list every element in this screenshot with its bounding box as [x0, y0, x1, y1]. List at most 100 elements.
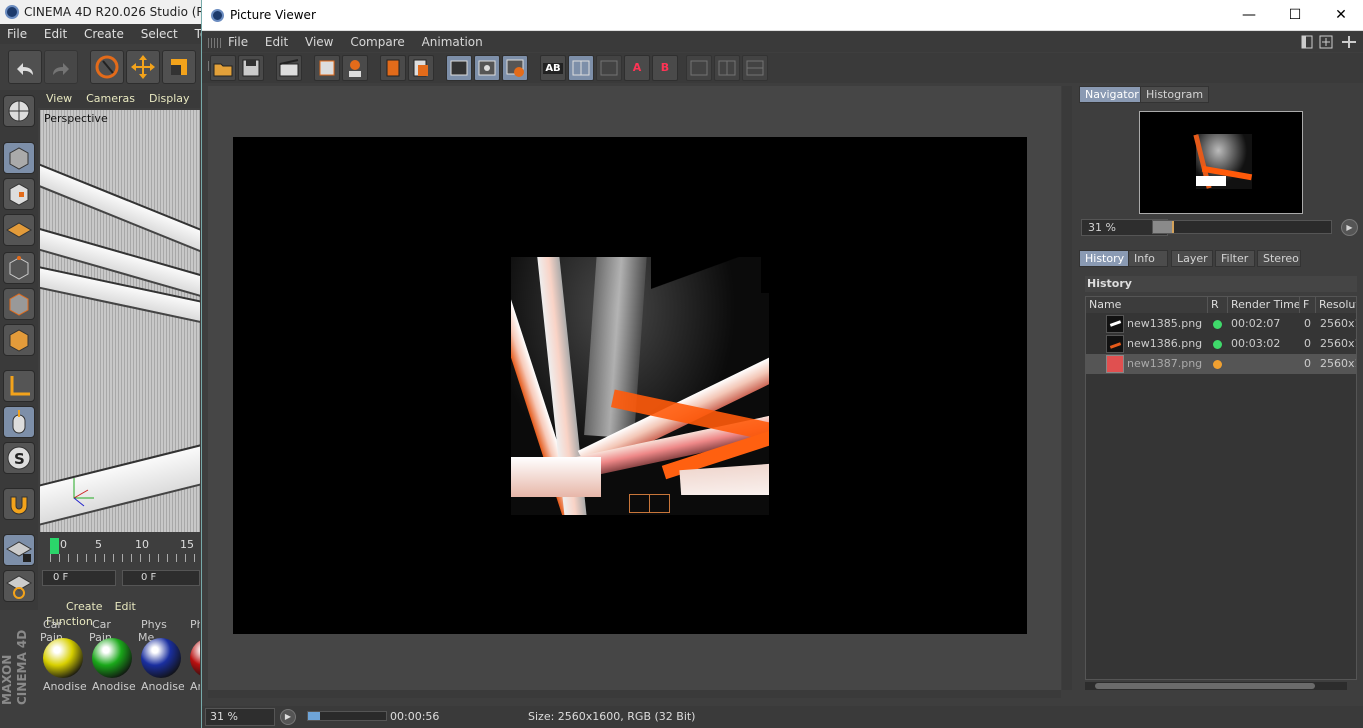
set-b-button[interactable]: B — [652, 55, 678, 81]
undo-button[interactable] — [8, 50, 42, 84]
texture-mode-button[interactable] — [3, 178, 35, 210]
material-swatch[interactable]: Car Pain Anodise — [89, 618, 135, 698]
timeline-ruler[interactable]: 0 5 10 15 — [40, 536, 200, 566]
material-swatch[interactable]: Car Pain Anodise — [40, 618, 86, 698]
pv-menu-edit[interactable]: Edit — [257, 32, 293, 49]
render-status-dot — [1213, 340, 1222, 349]
move-tool-button[interactable] — [126, 50, 160, 84]
history-render-time: 00:03:02 — [1231, 337, 1281, 350]
c4d-menu-edit[interactable]: Edit — [37, 24, 73, 41]
c4d-menu-file[interactable]: File — [0, 24, 33, 41]
maximize-button[interactable]: ☐ — [1272, 0, 1318, 31]
column-header-f[interactable]: F — [1300, 297, 1316, 313]
tab-layer[interactable]: Layer — [1171, 250, 1213, 267]
ab-diff-button[interactable] — [596, 55, 622, 81]
make-editable-button[interactable] — [3, 95, 35, 127]
material-swatch[interactable]: Phys Me Anodise — [138, 618, 184, 698]
open-button[interactable] — [210, 55, 236, 81]
navigator-zoom-arrow-button[interactable]: ▶ — [1341, 219, 1358, 236]
render-bucket — [629, 494, 650, 513]
close-button[interactable]: ✕ — [1318, 0, 1363, 31]
viewport-menu-cameras[interactable]: Cameras — [78, 90, 141, 105]
column-header-render-time[interactable]: Render Time — [1228, 297, 1300, 313]
column-header-r[interactable]: R — [1208, 297, 1228, 313]
material-menu-edit[interactable]: Edit — [109, 598, 142, 613]
history-horizontal-scrollbar[interactable] — [1085, 682, 1347, 690]
tab-stereo[interactable]: Stereo — [1257, 250, 1301, 267]
workplane-align-button[interactable] — [3, 570, 35, 602]
column-header-resolution[interactable]: Resolut — [1316, 297, 1356, 313]
save-button[interactable] — [238, 55, 264, 81]
workplane-grid-icon — [6, 222, 32, 238]
swap-ab-button[interactable] — [686, 55, 712, 81]
snap-s-icon: S — [7, 446, 31, 470]
pv-menu-view[interactable]: View — [297, 32, 338, 49]
polygons-mode-button[interactable] — [3, 324, 35, 356]
render-canvas-area[interactable] — [208, 86, 1061, 690]
move-arrows-icon — [131, 55, 155, 79]
tweak-mode-button[interactable] — [3, 406, 35, 438]
start-frame-field[interactable]: 0 F — [42, 570, 116, 586]
copy-button[interactable] — [380, 55, 406, 81]
history-scroll-thumb[interactable] — [1095, 683, 1315, 689]
canvas-vertical-scrollbar[interactable] — [1062, 86, 1072, 690]
history-filename: new1386.png — [1127, 337, 1203, 350]
timeline-playhead[interactable] — [50, 538, 59, 554]
points-mode-button[interactable] — [3, 252, 35, 284]
workplane-mode-button[interactable] — [3, 214, 35, 246]
pv-menu-animation[interactable]: Animation — [414, 32, 488, 49]
edges-mode-button[interactable] — [3, 288, 35, 320]
show-alpha-button[interactable] — [446, 55, 472, 81]
history-row[interactable]: new1386.png 00:03:02 0 2560x1 — [1086, 334, 1356, 354]
magnet-tool-button[interactable] — [3, 488, 35, 520]
history-row-selected[interactable]: new1387.png 0 2560x1 — [1086, 354, 1356, 374]
snap-button[interactable]: S — [3, 442, 35, 474]
magnet-icon — [10, 496, 28, 515]
frame-fields: 0 F 0 F — [40, 570, 200, 588]
show-layers-button[interactable] — [502, 55, 528, 81]
ab-split-button[interactable] — [568, 55, 594, 81]
tab-info[interactable]: Info — [1128, 250, 1168, 267]
render-settings-button[interactable] — [314, 55, 340, 81]
minimize-button[interactable]: — — [1226, 0, 1272, 31]
canvas-horizontal-scrollbar[interactable] — [208, 690, 1061, 698]
column-header-name[interactable]: Name — [1086, 297, 1208, 313]
tab-histogram[interactable]: Histogram — [1140, 86, 1210, 103]
tab-filter[interactable]: Filter — [1215, 250, 1255, 267]
pv-title-bar: Picture Viewer — ☐ ✕ — [202, 0, 1363, 31]
perspective-viewport[interactable]: Perspective — [40, 110, 200, 532]
c4d-menu-create[interactable]: Create — [77, 24, 130, 41]
compare-horizontal-button[interactable] — [742, 55, 768, 81]
workplane-lock-button[interactable] — [3, 534, 35, 566]
axis-mode-button[interactable] — [3, 370, 35, 402]
c4d-menu-select[interactable]: Select — [134, 24, 184, 41]
material-menu-create[interactable]: Create — [40, 598, 109, 613]
pv-menu-compare[interactable]: Compare — [342, 32, 409, 49]
compare-vertical-button[interactable] — [714, 55, 740, 81]
current-frame-field[interactable]: 0 F — [122, 570, 200, 586]
tab-history[interactable]: History — [1079, 250, 1131, 267]
viewport-menu-view[interactable]: View — [38, 90, 78, 105]
history-row[interactable]: new1385.png 00:02:07 0 2560x1 — [1086, 314, 1356, 334]
navigator-preview[interactable] — [1139, 111, 1303, 214]
material-swatch[interactable]: Ph An — [187, 618, 200, 698]
material-manager-menu: Create EditFunction — [40, 598, 200, 628]
play-button[interactable]: ▶ — [280, 709, 296, 725]
set-a-button[interactable]: A — [624, 55, 650, 81]
model-mode-button[interactable] — [3, 142, 35, 174]
status-zoom-field[interactable]: 31 % — [205, 708, 275, 726]
layout-icons[interactable] — [1300, 34, 1362, 50]
show-frame-button[interactable] — [474, 55, 500, 81]
ab-compare-button[interactable]: AB — [540, 55, 566, 81]
navigator-zoom-thumb[interactable] — [1153, 221, 1175, 233]
scale-tool-button[interactable] — [162, 50, 196, 84]
paste-button[interactable] — [408, 55, 434, 81]
live-selection-button[interactable] — [90, 50, 124, 84]
render-region-button[interactable] — [342, 55, 368, 81]
render-queue-button[interactable] — [276, 55, 302, 81]
viewport-menu-display[interactable]: Display — [141, 90, 196, 105]
render-status-dot — [1213, 360, 1222, 369]
redo-button[interactable] — [44, 50, 78, 84]
tab-navigator[interactable]: Navigator — [1079, 86, 1145, 103]
navigator-zoom-slider[interactable] — [1152, 220, 1332, 234]
